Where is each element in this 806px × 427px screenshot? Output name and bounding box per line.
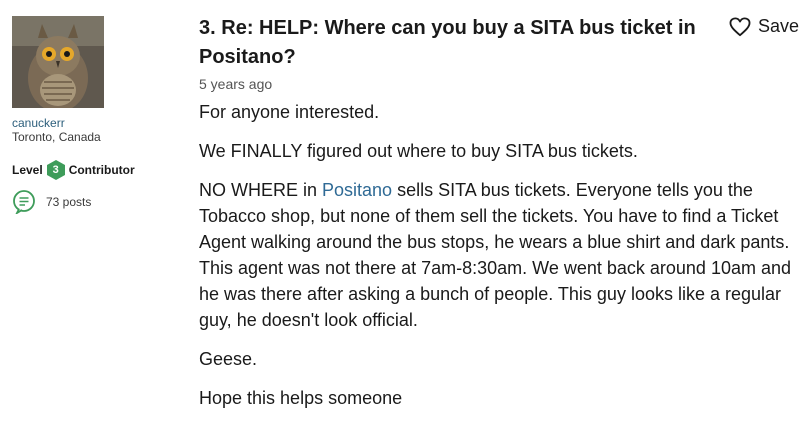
level-title: Contributor: [68, 163, 135, 177]
paragraph-text: sells SITA bus tickets. Everyone tells y…: [199, 180, 792, 330]
speech-bubble-icon: [13, 190, 35, 214]
paragraph: For anyone interested.: [199, 102, 380, 122]
author-panel: canuckerr Toronto, Canada Level 3 Contri…: [12, 16, 182, 214]
positano-link[interactable]: Positano: [322, 180, 392, 200]
save-button[interactable]: Save: [729, 16, 799, 37]
paragraph-text: NO WHERE in: [199, 180, 323, 200]
author-name[interactable]: canuckerr: [12, 116, 182, 130]
posts-count[interactable]: 73 posts: [46, 195, 91, 209]
level-number: 3: [52, 164, 59, 176]
post: 3. Re: HELP: Where can you buy a SITA bu…: [199, 14, 799, 424]
post-title-text: Re: HELP: Where can you buy a SITA bus t…: [199, 17, 696, 68]
level-badge-icon: 3: [46, 159, 66, 181]
post-date: 5 years ago: [199, 76, 273, 92]
paragraph: Hope this helps someone: [199, 388, 403, 408]
paragraph: We FINALLY figured out where to buy SITA…: [199, 141, 638, 161]
post-body: For anyone interested. We FINALLY figure…: [199, 99, 799, 411]
level-label: Level: [12, 163, 43, 177]
save-label: Save: [757, 16, 799, 36]
paragraph: Geese.: [199, 349, 258, 369]
heart-icon: [729, 16, 751, 36]
posts-row: 73 posts: [12, 190, 182, 214]
post-number: 3.: [199, 17, 216, 39]
owl-avatar[interactable]: [12, 16, 104, 108]
paragraph: NO WHERE in Positano sells SITA bus tick…: [199, 177, 799, 333]
author-location: Toronto, Canada: [12, 130, 101, 144]
post-header: 3. Re: HELP: Where can you buy a SITA bu…: [199, 14, 799, 72]
level-row: Level 3 Contributor: [12, 159, 182, 181]
post-title: 3. Re: HELP: Where can you buy a SITA bu…: [199, 14, 699, 72]
